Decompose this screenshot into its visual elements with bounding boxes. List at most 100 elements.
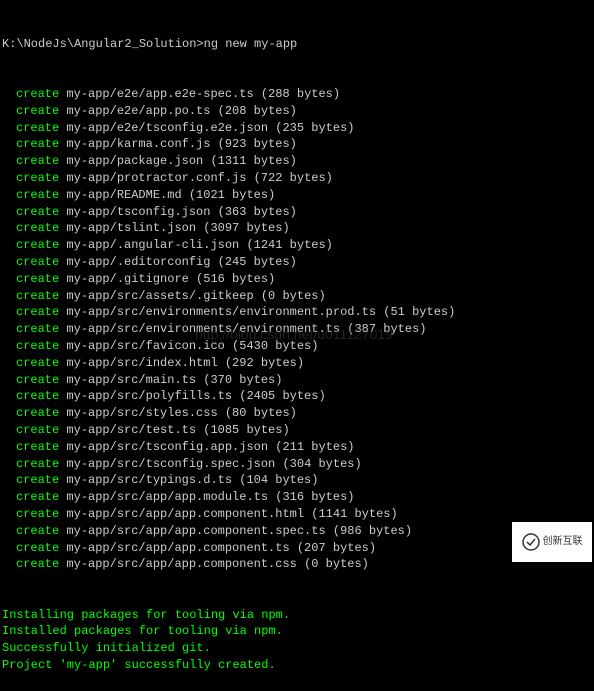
create-line: create my-app/src/styles.css (80 bytes)	[2, 405, 592, 422]
file-bytes: (304 bytes)	[282, 457, 361, 471]
create-line: create my-app/src/test.ts (1085 bytes)	[2, 422, 592, 439]
create-line: create my-app/src/tsconfig.spec.json (30…	[2, 456, 592, 473]
file-bytes: (722 bytes)	[254, 171, 333, 185]
file-path: my-app/protractor.conf.js	[59, 171, 253, 185]
file-bytes: (1021 bytes)	[189, 188, 275, 202]
file-bytes: (1241 bytes)	[246, 238, 332, 252]
file-path: my-app/src/environments/environment.ts	[59, 322, 347, 336]
create-label: create	[16, 557, 59, 571]
create-label: create	[16, 406, 59, 420]
file-bytes: (0 bytes)	[261, 289, 326, 303]
file-bytes: (51 bytes)	[383, 305, 455, 319]
file-path: my-app/e2e/app.e2e-spec.ts	[59, 87, 261, 101]
create-label: create	[16, 289, 59, 303]
create-line: create my-app/src/app/app.component.spec…	[2, 523, 592, 540]
brand-badge: 创新互联	[512, 522, 592, 562]
create-line: create my-app/src/favicon.ico (5430 byte…	[2, 338, 592, 355]
create-line: create my-app/.editorconfig (245 bytes)	[2, 254, 592, 271]
create-line: create my-app/package.json (1311 bytes)	[2, 153, 592, 170]
create-label: create	[16, 490, 59, 504]
file-path: my-app/src/polyfills.ts	[59, 389, 239, 403]
file-path: my-app/tsconfig.json	[59, 205, 217, 219]
create-line: create my-app/protractor.conf.js (722 by…	[2, 170, 592, 187]
file-path: my-app/src/typings.d.ts	[59, 473, 239, 487]
create-label: create	[16, 524, 59, 538]
create-label: create	[16, 507, 59, 521]
file-bytes: (370 bytes)	[203, 373, 282, 387]
create-label: create	[16, 87, 59, 101]
create-label: create	[16, 339, 59, 353]
file-path: my-app/.editorconfig	[59, 255, 217, 269]
status-line: Project 'my-app' successfully created.	[2, 657, 592, 674]
create-label: create	[16, 457, 59, 471]
file-bytes: (363 bytes)	[218, 205, 297, 219]
status-line: Installing packages for tooling via npm.	[2, 607, 592, 624]
file-bytes: (923 bytes)	[218, 137, 297, 151]
brand-icon	[522, 533, 540, 551]
create-line: create my-app/README.md (1021 bytes)	[2, 187, 592, 204]
file-path: my-app/src/app/app.component.ts	[59, 541, 297, 555]
create-label: create	[16, 154, 59, 168]
create-line: create my-app/src/polyfills.ts (2405 byt…	[2, 388, 592, 405]
create-label: create	[16, 541, 59, 555]
file-bytes: (2405 bytes)	[239, 389, 325, 403]
create-label: create	[16, 188, 59, 202]
terminal-output: K:\NodeJs\Angular2_Solution>ng new my-ap…	[2, 2, 592, 691]
file-path: my-app/tslint.json	[59, 221, 203, 235]
create-label: create	[16, 423, 59, 437]
file-bytes: (5430 bytes)	[232, 339, 318, 353]
create-line: create my-app/src/main.ts (370 bytes)	[2, 372, 592, 389]
create-line: create my-app/src/assets/.gitkeep (0 byt…	[2, 288, 592, 305]
create-line: create my-app/.angular-cli.json (1241 by…	[2, 237, 592, 254]
file-path: my-app/src/main.ts	[59, 373, 203, 387]
file-bytes: (387 bytes)	[347, 322, 426, 336]
file-bytes: (1311 bytes)	[210, 154, 296, 168]
file-bytes: (986 bytes)	[333, 524, 412, 538]
create-label: create	[16, 121, 59, 135]
file-path: my-app/karma.conf.js	[59, 137, 217, 151]
file-bytes: (80 bytes)	[225, 406, 297, 420]
create-line: create my-app/src/app/app.component.html…	[2, 506, 592, 523]
file-bytes: (211 bytes)	[275, 440, 354, 454]
create-label: create	[16, 238, 59, 252]
file-bytes: (104 bytes)	[239, 473, 318, 487]
file-bytes: (1141 bytes)	[311, 507, 397, 521]
file-path: my-app/README.md	[59, 188, 189, 202]
status-line: Installed packages for tooling via npm.	[2, 623, 592, 640]
create-label: create	[16, 171, 59, 185]
file-path: my-app/src/app/app.component.html	[59, 507, 311, 521]
create-label: create	[16, 305, 59, 319]
create-label: create	[16, 473, 59, 487]
file-bytes: (235 bytes)	[275, 121, 354, 135]
create-line: create my-app/src/app/app.component.css …	[2, 556, 592, 573]
file-bytes: (288 bytes)	[261, 87, 340, 101]
file-path: my-app/.gitignore	[59, 272, 196, 286]
create-line: create my-app/.gitignore (516 bytes)	[2, 271, 592, 288]
create-label: create	[16, 104, 59, 118]
file-path: my-app/src/tsconfig.spec.json	[59, 457, 282, 471]
file-bytes: (3097 bytes)	[203, 221, 289, 235]
create-line: create my-app/karma.conf.js (923 bytes)	[2, 136, 592, 153]
create-line: create my-app/src/app/app.module.ts (316…	[2, 489, 592, 506]
create-label: create	[16, 205, 59, 219]
file-path: my-app/src/styles.css	[59, 406, 225, 420]
create-label: create	[16, 322, 59, 336]
file-path: my-app/src/app/app.component.spec.ts	[59, 524, 333, 538]
file-path: my-app/src/assets/.gitkeep	[59, 289, 261, 303]
create-line: create my-app/e2e/app.po.ts (208 bytes)	[2, 103, 592, 120]
file-path: my-app/e2e/tsconfig.e2e.json	[59, 121, 275, 135]
file-path: my-app/package.json	[59, 154, 210, 168]
file-bytes: (516 bytes)	[196, 272, 275, 286]
create-line: create my-app/e2e/tsconfig.e2e.json (235…	[2, 120, 592, 137]
file-path: my-app/src/test.ts	[59, 423, 203, 437]
file-bytes: (292 bytes)	[225, 356, 304, 370]
file-path: my-app/src/app/app.module.ts	[59, 490, 275, 504]
file-bytes: (316 bytes)	[275, 490, 354, 504]
file-path: my-app/src/index.html	[59, 356, 225, 370]
create-label: create	[16, 221, 59, 235]
create-line: create my-app/src/tsconfig.app.json (211…	[2, 439, 592, 456]
file-path: my-app/src/favicon.ico	[59, 339, 232, 353]
create-label: create	[16, 255, 59, 269]
create-label: create	[16, 137, 59, 151]
file-path: my-app/e2e/app.po.ts	[59, 104, 217, 118]
